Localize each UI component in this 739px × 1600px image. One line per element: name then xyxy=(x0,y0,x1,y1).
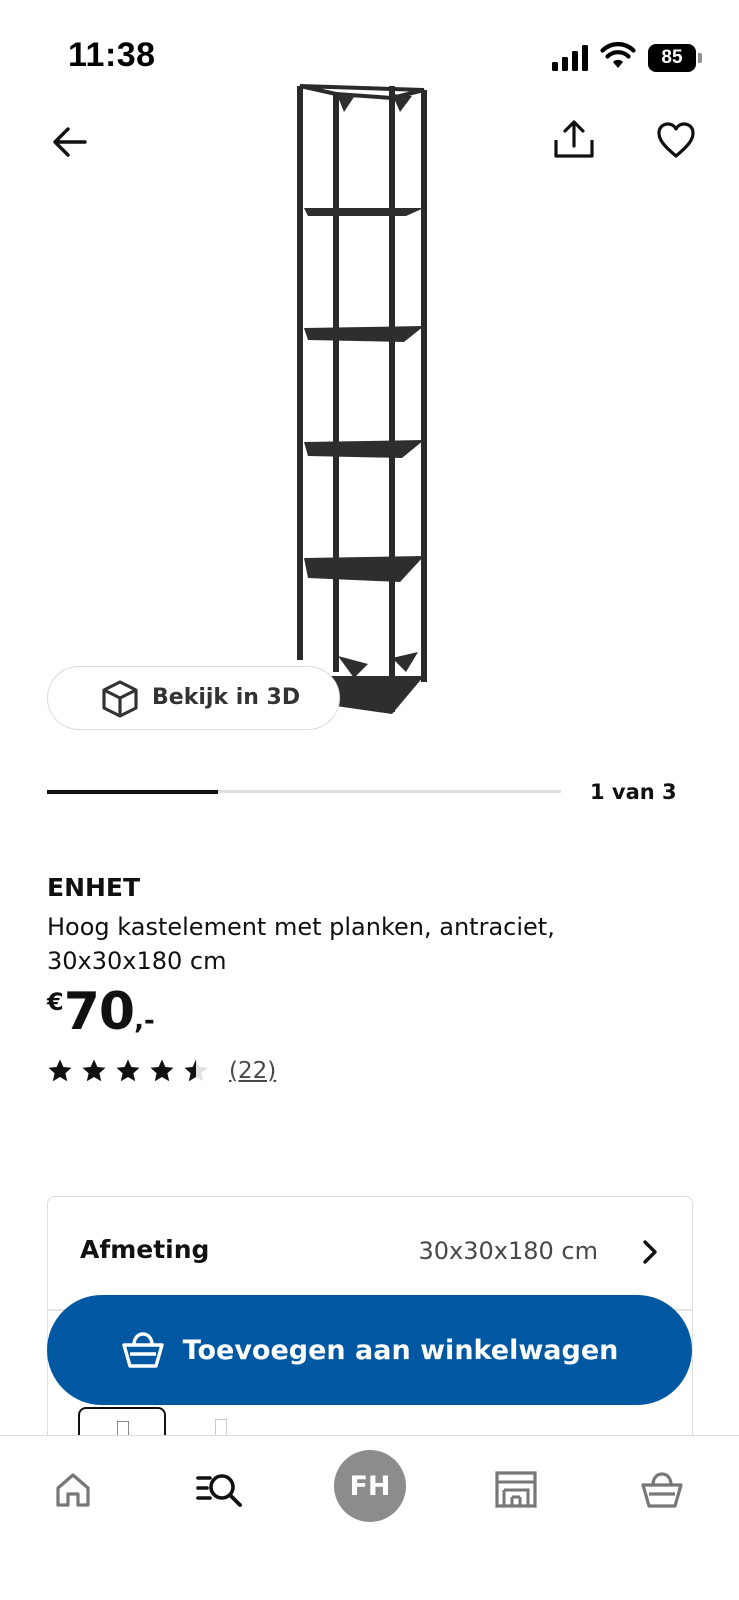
product-price: €70,- xyxy=(47,982,155,1042)
bottom-tab-bar: FH xyxy=(0,1435,739,1600)
gallery-position-label: 1 van 3 xyxy=(590,780,677,804)
arrow-left-icon xyxy=(53,127,87,157)
tab-home[interactable] xyxy=(41,1458,105,1522)
home-icon xyxy=(56,1473,90,1507)
share-icon xyxy=(554,120,594,158)
price-currency: € xyxy=(47,988,64,1016)
chevron-right-icon xyxy=(643,1240,657,1264)
status-time: 11:38 xyxy=(68,36,156,74)
tab-store[interactable] xyxy=(484,1458,548,1522)
tab-cart[interactable] xyxy=(630,1458,694,1522)
add-to-cart-label: Toevoegen aan winkelwagen xyxy=(182,1334,619,1366)
heart-icon xyxy=(657,122,695,158)
tab-search[interactable] xyxy=(188,1458,252,1522)
price-decimals: ,- xyxy=(134,1006,155,1036)
size-value: 30x30x180 cm xyxy=(418,1237,599,1265)
star-icon xyxy=(116,1059,140,1082)
product-image[interactable] xyxy=(296,82,438,732)
price-amount: 70 xyxy=(63,982,135,1042)
star-icon xyxy=(184,1059,208,1082)
shopping-basket-icon xyxy=(121,1332,164,1368)
product-rating[interactable]: (22) xyxy=(47,1054,276,1088)
battery-level: 85 xyxy=(648,44,696,72)
star-icon xyxy=(48,1059,72,1082)
search-list-icon xyxy=(196,1474,242,1507)
shopping-basket-icon xyxy=(641,1472,683,1508)
star-icon xyxy=(82,1059,106,1082)
favorite-button[interactable] xyxy=(650,114,702,166)
share-button[interactable] xyxy=(548,114,600,166)
size-label: Afmeting xyxy=(80,1235,210,1264)
store-icon xyxy=(495,1471,537,1508)
rating-stars xyxy=(47,1058,217,1084)
gallery-progress-bar xyxy=(47,789,561,794)
star-icon xyxy=(150,1059,174,1082)
status-bar: 11:38 85 xyxy=(0,0,739,100)
tab-profile[interactable]: FH xyxy=(334,1450,406,1522)
cube-icon xyxy=(102,680,138,718)
product-name: ENHET xyxy=(47,873,141,902)
back-button[interactable] xyxy=(44,116,96,168)
gallery-progress-fill xyxy=(47,789,219,794)
battery-icon: 85 xyxy=(648,44,702,72)
wifi-icon xyxy=(600,42,636,68)
signal-icon xyxy=(552,45,588,71)
product-description: Hoog kastelement met planken, antraciet,… xyxy=(47,913,555,975)
reviews-link[interactable]: (22) xyxy=(229,1058,276,1084)
view-in-3d-button[interactable]: Bekijk in 3D xyxy=(47,666,340,730)
add-to-cart-button[interactable]: Toevoegen aan winkelwagen xyxy=(47,1295,692,1405)
view-in-3d-label: Bekijk in 3D xyxy=(152,685,301,710)
